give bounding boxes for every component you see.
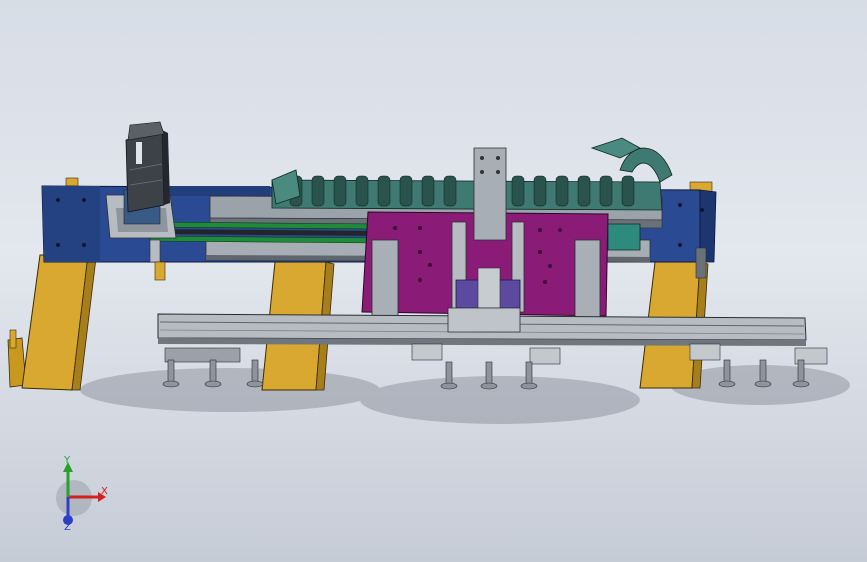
aluminum-profile-rail bbox=[157, 307, 807, 346]
y-axis-label: Y bbox=[64, 455, 71, 466]
chain-mount-bracket bbox=[473, 147, 507, 241]
z-axis-label: Z bbox=[64, 522, 71, 533]
cad-viewport[interactable]: X Y Z bbox=[0, 0, 867, 562]
assembly-model[interactable] bbox=[0, 0, 867, 562]
orientation-triad[interactable] bbox=[56, 462, 106, 525]
green-guide-rails bbox=[149, 221, 381, 244]
floor-shadow bbox=[80, 365, 850, 424]
cable-drag-chain bbox=[271, 137, 673, 211]
x-axis-label: X bbox=[101, 486, 108, 497]
